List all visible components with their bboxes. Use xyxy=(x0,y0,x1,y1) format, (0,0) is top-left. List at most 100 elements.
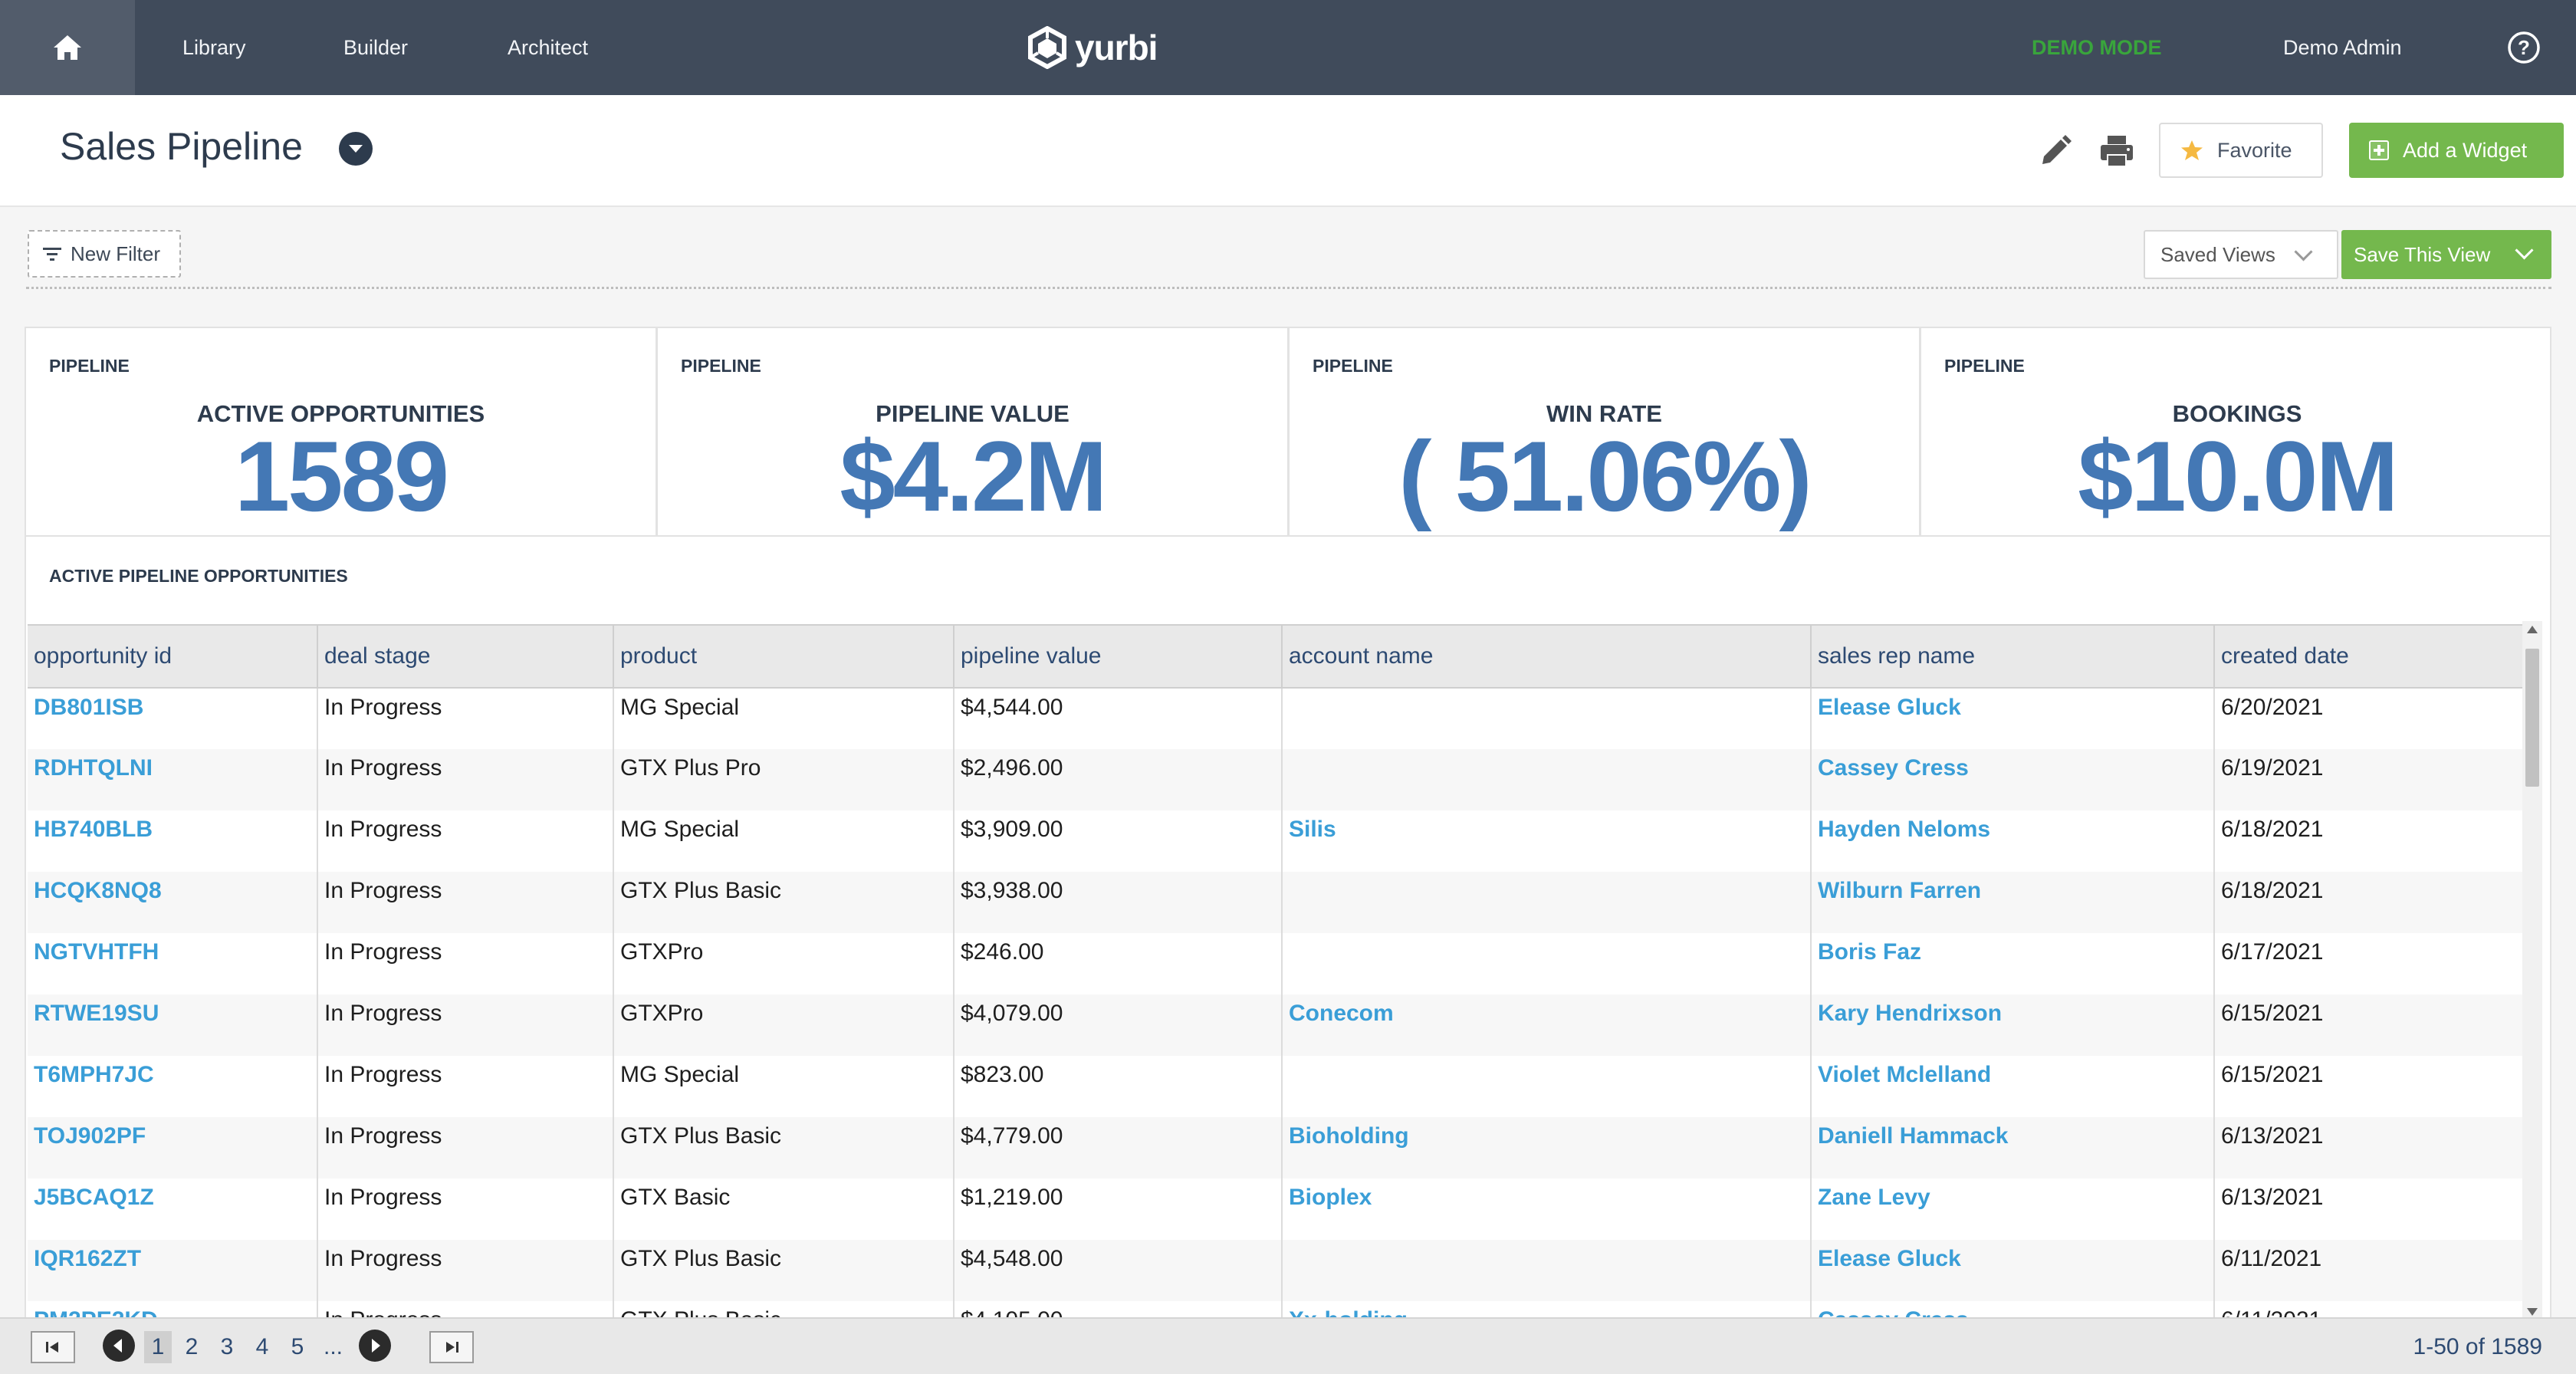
next-page-icon xyxy=(372,1339,380,1353)
nav-architect[interactable]: Architect xyxy=(508,0,588,95)
kpi-card-active-opportunities[interactable]: PIPELINE ACTIVE OPPORTUNITIES 1589 xyxy=(26,328,658,535)
table-row[interactable]: RTWE19SU In Progress GTXPro $4,079.00 Coneco… xyxy=(28,994,2525,1056)
sales-rep-cell[interactable]: Wilburn Farren xyxy=(1811,872,2215,933)
saved-views-label: Saved Views xyxy=(2160,242,2275,266)
page-number[interactable]: 3 xyxy=(218,1331,236,1363)
page-number[interactable]: 4 xyxy=(253,1331,271,1363)
plus-icon xyxy=(2369,140,2389,160)
opportunity-id-cell[interactable]: HB740BLB xyxy=(28,810,318,872)
column-header[interactable]: sales rep name xyxy=(1811,624,2215,689)
opportunity-id-cell[interactable]: J5BCAQ1Z xyxy=(28,1178,318,1240)
table-row[interactable]: HCQK8NQ8 In Progress GTX Plus Basic $3,938.… xyxy=(28,872,2525,933)
table-row[interactable]: TOJ902PF In Progress GTX Plus Basic $4,779.… xyxy=(28,1117,2525,1178)
table-row[interactable]: J5BCAQ1Z In Progress GTX Basic $1,219.00 Bio… xyxy=(28,1178,2525,1240)
product-cell: GTX Basic xyxy=(613,1178,955,1240)
page-number[interactable]: 1 xyxy=(144,1331,172,1363)
scroll-down-icon[interactable] xyxy=(2527,1308,2538,1316)
sales-rep-cell[interactable]: Elease Gluck xyxy=(1811,688,2215,749)
last-page-button[interactable] xyxy=(429,1331,474,1363)
pencil-icon[interactable] xyxy=(2036,132,2075,170)
opportunity-id-cell[interactable]: IQR162ZT xyxy=(28,1240,318,1301)
account-name-cell[interactable]: Conecom xyxy=(1282,994,1812,1056)
prev-page-button[interactable] xyxy=(103,1330,135,1362)
opportunity-id-cell[interactable]: PM2PE2KD xyxy=(28,1301,318,1319)
product-cell: GTX Plus Basic xyxy=(613,1240,955,1301)
printer-icon[interactable] xyxy=(2098,132,2136,170)
account-name-cell[interactable]: Bioplex xyxy=(1282,1178,1812,1240)
column-header[interactable]: account name xyxy=(1282,624,1812,689)
sales-rep-cell[interactable]: Hayden Neloms xyxy=(1811,810,2215,872)
home-button[interactable] xyxy=(0,0,135,95)
sales-rep-cell[interactable]: Boris Faz xyxy=(1811,933,2215,994)
kpi-card-bookings[interactable]: PIPELINE BOOKINGS $10.0M xyxy=(1921,328,2553,535)
sales-rep-cell[interactable]: Violet Mclelland xyxy=(1811,1056,2215,1117)
chevron-down-icon[interactable] xyxy=(339,132,373,166)
help-icon[interactable]: ? xyxy=(2507,31,2541,64)
deal-stage-cell: In Progress xyxy=(317,872,614,933)
sales-rep-cell[interactable]: Daniell Hammack xyxy=(1811,1117,2215,1178)
sales-rep-cell[interactable]: Kary Hendrixson xyxy=(1811,994,2215,1056)
table-row[interactable]: T6MPH7JC In Progress MG Special $823.00 Viol… xyxy=(28,1056,2525,1117)
column-header[interactable]: created date xyxy=(2214,624,2525,689)
sales-rep-cell[interactable]: Elease Gluck xyxy=(1811,1240,2215,1301)
scroll-thumb[interactable] xyxy=(2525,649,2539,787)
page-number[interactable]: 5 xyxy=(288,1331,307,1363)
account-name-cell[interactable]: Silis xyxy=(1282,810,1812,872)
deal-stage-cell: In Progress xyxy=(317,1301,614,1319)
kpi-card-pipeline-value[interactable]: PIPELINE PIPELINE VALUE $4.2M xyxy=(658,328,1290,535)
nav-library[interactable]: Library xyxy=(182,0,246,95)
opportunity-id-cell[interactable]: NGTVHTFH xyxy=(28,933,318,994)
table-row[interactable]: DB801ISB In Progress MG Special $4,544.00 El… xyxy=(28,688,2525,749)
first-page-button[interactable] xyxy=(31,1331,75,1363)
user-menu[interactable]: Demo Admin xyxy=(2283,0,2402,95)
last-page-icon xyxy=(446,1342,458,1353)
table-row[interactable]: PM2PE2KDIn ProgressGTX Plus Basic$4,105.… xyxy=(28,1301,2525,1319)
table-row[interactable]: HB740BLB In Progress MG Special $3,909.00 Si… xyxy=(28,810,2525,872)
table-row[interactable]: RDHTQLNI In Progress GTX Plus Pro $2,496.00… xyxy=(28,749,2525,810)
kpi-card-win-rate[interactable]: PIPELINE WIN RATE ( 51.06%) xyxy=(1290,328,1921,535)
pagination-bar: 1 2 3 4 5 ... 1-50 of 1589 xyxy=(0,1317,2576,1374)
account-name-cell xyxy=(1282,933,1812,994)
column-header[interactable]: opportunity id xyxy=(28,624,318,689)
next-page-button[interactable] xyxy=(359,1330,391,1362)
account-name-cell[interactable]: Bioholding xyxy=(1282,1117,1812,1178)
nav-builder[interactable]: Builder xyxy=(343,0,408,95)
opportunity-id-cell[interactable]: HCQK8NQ8 xyxy=(28,872,318,933)
deal-stage-cell: In Progress xyxy=(317,688,614,749)
scroll-up-icon[interactable] xyxy=(2527,626,2538,633)
filter-icon xyxy=(43,248,61,261)
new-filter-button[interactable]: New Filter xyxy=(28,230,181,278)
table-row[interactable]: NGTVHTFH In Progress GTXPro $246.00 Boris Fa… xyxy=(28,933,2525,994)
home-icon xyxy=(54,35,81,60)
sales-rep-cell[interactable]: Zane Levy xyxy=(1811,1178,2215,1240)
column-header[interactable]: deal stage xyxy=(317,624,614,689)
saved-views-dropdown[interactable]: Saved Views xyxy=(2144,230,2338,279)
account-name-cell[interactable]: Xx-holding xyxy=(1282,1301,1812,1319)
sales-rep-cell[interactable]: Cassey Cress xyxy=(1811,1301,2215,1319)
opportunity-id-cell[interactable]: RTWE19SU xyxy=(28,994,318,1056)
opportunity-id-cell[interactable]: DB801ISB xyxy=(28,688,318,749)
favorite-button[interactable]: Favorite xyxy=(2159,123,2323,178)
pipeline-value-cell: $4,779.00 xyxy=(954,1117,1283,1178)
add-widget-label: Add a Widget xyxy=(2403,138,2528,162)
brand-logo[interactable]: yurbi xyxy=(1026,21,1158,74)
column-header[interactable]: pipeline value xyxy=(954,624,1283,689)
created-date-cell: 6/15/2021 xyxy=(2214,1056,2525,1117)
column-header[interactable]: product xyxy=(613,624,955,689)
table-row[interactable]: IQR162ZT In Progress GTX Plus Basic $4,548.… xyxy=(28,1240,2525,1301)
opportunity-id-cell[interactable]: T6MPH7JC xyxy=(28,1056,318,1117)
pipeline-value-cell: $4,105.00 xyxy=(954,1301,1283,1319)
page-number[interactable]: 2 xyxy=(182,1331,201,1363)
pipeline-value-cell: $4,079.00 xyxy=(954,994,1283,1056)
deal-stage-cell: In Progress xyxy=(317,1117,614,1178)
save-this-view-button[interactable]: Save This View xyxy=(2341,230,2551,279)
created-date-cell: 6/11/2021 xyxy=(2214,1301,2525,1319)
add-widget-button[interactable]: Add a Widget xyxy=(2349,123,2564,178)
opportunity-id-cell[interactable]: TOJ902PF xyxy=(28,1117,318,1178)
sales-rep-cell[interactable]: Cassey Cress xyxy=(1811,749,2215,810)
table-scrollbar[interactable] xyxy=(2522,621,2542,1320)
created-date-cell: 6/13/2021 xyxy=(2214,1178,2525,1240)
page-ellipsis: ... xyxy=(324,1334,343,1359)
product-cell: GTX Plus Pro xyxy=(613,749,955,810)
opportunity-id-cell[interactable]: RDHTQLNI xyxy=(28,749,318,810)
